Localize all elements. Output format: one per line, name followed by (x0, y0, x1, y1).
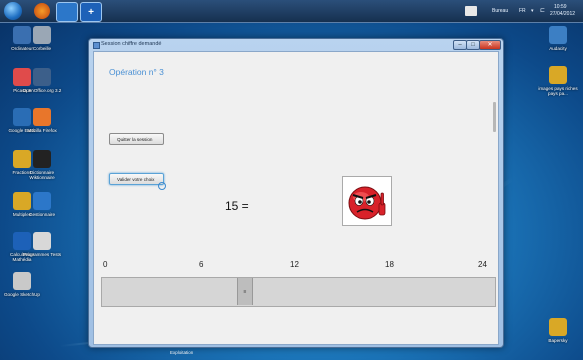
validate-choice-button[interactable]: Valider votre choix (109, 173, 164, 185)
app-icon (549, 26, 567, 44)
start-button[interactable] (4, 2, 22, 20)
validate-choice-label: Valider votre choix (117, 176, 155, 182)
scale-label-0: 0 (103, 260, 108, 269)
tray-time[interactable]: 10:59 (554, 4, 567, 10)
app-icon (33, 26, 51, 44)
chevron-down-icon[interactable]: ▾ (531, 8, 534, 14)
chrome-icon[interactable] (34, 3, 50, 19)
operation-title: Opération n° 3 (109, 67, 164, 77)
scrollbar-thumb[interactable] (493, 102, 496, 132)
app-icon (33, 192, 51, 210)
app-icon (13, 272, 31, 290)
app-icon (33, 150, 51, 168)
scale-label-18: 18 (385, 260, 394, 269)
desktop-icon[interactable]: Corbeille (22, 26, 62, 51)
desktop-icon-label: Gestionnaire (28, 212, 56, 217)
angry-smiley-icon (342, 176, 392, 226)
desktop-icon[interactable]: Bapersky (538, 318, 578, 343)
window-client-area: Opération n° 3 Quitter la session Valide… (93, 51, 499, 345)
plus-icon: + (88, 6, 94, 18)
app-icon (33, 232, 51, 250)
scale-label-24: 24 (478, 260, 487, 269)
quit-session-button[interactable]: Quitter la session (109, 133, 164, 145)
window-app-icon (93, 42, 100, 49)
tray-language[interactable]: FR (519, 8, 526, 14)
cursor-icon (158, 182, 166, 190)
desktop-icon-label: images pays riches pays pa... (538, 86, 578, 96)
desktop-icon[interactable]: Gestionnaire (22, 192, 62, 217)
grip-icon: ≡ (243, 288, 247, 295)
app-icon (549, 318, 567, 336)
desktop-icon-label: OpenOffice.org 3.2 (22, 88, 62, 93)
vertical-scrollbar[interactable] (493, 54, 496, 341)
minimize-button[interactable]: – (453, 40, 467, 50)
desktop-icon[interactable]: OpenOffice.org 3.2 (22, 68, 62, 93)
close-button[interactable]: ✕ (479, 40, 501, 50)
number-slider[interactable]: ≡ (101, 277, 496, 307)
app-window: Session chiffre demandé – □ ✕ Opération … (88, 38, 504, 348)
quit-session-label: Quitter la session (117, 136, 153, 142)
calculatrice-taskbar-icon[interactable]: + (80, 2, 102, 22)
desktop-icon[interactable]: Audacity (538, 26, 578, 51)
desktop-icon[interactable]: Programmes Tests (22, 232, 62, 257)
desktop-icon-label: Google SketchUp (3, 292, 40, 297)
desktop-icon-label: Dictionnaire Wiktionnaire (29, 170, 55, 180)
maximize-button[interactable]: □ (466, 40, 480, 50)
desktop-icon-label: Bapersky (548, 338, 568, 343)
taskbar: + Bureau FR ▾ ⊏ 10:59 27/04/2012 (0, 0, 583, 23)
desktop-icon[interactable]: images pays riches pays pa... (538, 66, 578, 96)
desktop-icon[interactable]: Google SketchUp (2, 272, 42, 297)
window-titlebar[interactable]: Session chiffre demandé – □ ✕ (89, 39, 503, 51)
equation-text: 15 = (225, 199, 249, 213)
taskbar-app-label[interactable]: Exploitation (170, 350, 193, 355)
network-icon[interactable]: ⊏ (540, 7, 545, 14)
desktop-icon-label: Programmes Tests (22, 252, 62, 257)
desktop-icon[interactable]: Mozilla Firefox (22, 108, 62, 133)
scale-label-12: 12 (290, 260, 299, 269)
notification-icon[interactable] (465, 6, 477, 16)
scale-label-6: 6 (199, 260, 204, 269)
window-title: Session chiffre demandé (101, 41, 162, 47)
gestionnaire-taskbar-icon[interactable] (56, 2, 78, 22)
tray-desktop-label[interactable]: Bureau (492, 8, 508, 14)
app-icon (549, 66, 567, 84)
desktop-icon[interactable]: Dictionnaire Wiktionnaire (22, 150, 62, 180)
desktop-icon-label: Mozilla Firefox (27, 128, 57, 133)
tray-date[interactable]: 27/04/2012 (550, 11, 575, 17)
app-icon (33, 68, 51, 86)
slider-thumb[interactable]: ≡ (237, 278, 253, 305)
desktop-icon-label: Audacity (549, 46, 567, 51)
desktop-icon-label: Corbeille (32, 46, 52, 51)
app-icon (33, 108, 51, 126)
